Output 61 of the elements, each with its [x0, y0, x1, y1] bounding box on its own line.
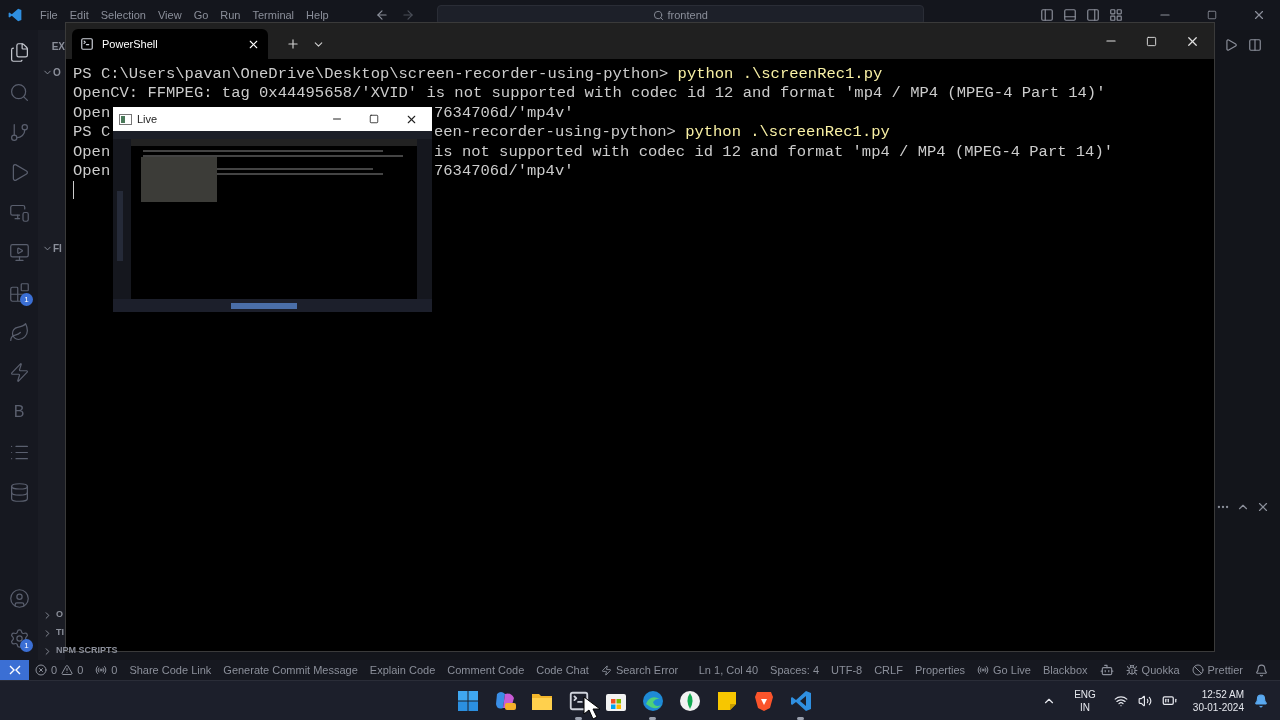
menu-item[interactable]: Run	[214, 6, 247, 24]
section-title[interactable]: TI	[53, 626, 64, 640]
menu-item[interactable]: File	[34, 6, 64, 24]
terminal-text: Open	[73, 103, 111, 122]
status-item[interactable]: Comment Code	[441, 660, 531, 680]
terminal-text: 7634706d/'mp4v'	[434, 162, 574, 182]
go-live-label: Go Live	[993, 662, 1031, 678]
terminal-command: python .\screenRec1.py	[677, 65, 883, 85]
status-item[interactable]: Blackbox	[1036, 660, 1094, 680]
section-title[interactable]: O	[53, 64, 61, 80]
status-item[interactable]: Properties	[908, 660, 972, 680]
warning-count: 0	[77, 662, 84, 678]
ports-count: 0	[111, 662, 118, 678]
quokka-button[interactable]: Quokka	[1119, 660, 1186, 680]
ports-button[interactable]: 0	[89, 660, 124, 680]
section-title[interactable]: EX	[51, 38, 65, 54]
window-title: Live	[137, 111, 158, 127]
clock-date[interactable]: 30-01-2024	[1192, 700, 1244, 714]
region-label[interactable]: IN	[1080, 700, 1090, 714]
problems-button[interactable]: 0 0	[29, 660, 90, 680]
terminal-text: Open	[73, 162, 111, 181]
terminal-text: PS C:\Users\pavan\OneDrive\Desktop\screen-recorder-using-python>	[73, 65, 670, 85]
menu-item[interactable]: Terminal	[246, 6, 301, 24]
command-center-label: frontend	[667, 7, 708, 23]
search-error-label: Search Error	[615, 662, 679, 678]
clock-time[interactable]: 12:52 AM	[1201, 687, 1244, 701]
terminal-tab[interactable]: PowerShell	[72, 29, 268, 59]
menu-item[interactable]: Selection	[94, 6, 152, 24]
menu-item[interactable]: Go	[187, 6, 215, 24]
terminal-text: Open	[73, 142, 111, 161]
terminal-text: een-recorder-using-python>	[434, 123, 677, 143]
terminal-text: OpenCV: FFMPEG: tag 0x44495658/'XVID' is not supported with codec id 12 and format 'mp4 / MP4 (MPEG-4 Part 14)'	[73, 84, 1106, 104]
menu-item[interactable]: View	[151, 6, 188, 24]
menu-item[interactable]: Help	[300, 6, 335, 24]
section-title[interactable]: FI	[53, 240, 62, 256]
status-item[interactable]: UTF-8	[825, 660, 869, 680]
terminal-command: python .\screenRec1.py	[685, 123, 890, 143]
quokka-label: Quokka	[1141, 662, 1180, 678]
menu-item[interactable]: Edit	[63, 6, 95, 24]
command-center[interactable]: frontend	[436, 5, 924, 25]
badge: 1	[20, 639, 33, 652]
tab-label: PowerShell	[102, 36, 159, 52]
status-item[interactable]: Explain Code	[363, 660, 442, 680]
badge: 1	[20, 293, 33, 306]
terminal-text: is not supported with codec id 12 and format 'mp4 / MP4 (MPEG-4 Part 14)'	[434, 142, 1113, 163]
status-item[interactable]: Share Code Link	[123, 660, 218, 680]
go-live-button[interactable]: Go Live	[971, 660, 1037, 680]
language-label[interactable]: ENG	[1074, 687, 1096, 701]
status-item[interactable]: Ln 1, Col 40	[692, 660, 765, 680]
status-item[interactable]: CRLF	[868, 660, 909, 680]
search-error-button[interactable]: Search Error	[594, 660, 685, 680]
section-title[interactable]: O	[53, 608, 63, 622]
terminal-text: PS C	[73, 123, 111, 142]
prettier-label: Prettier	[1207, 662, 1243, 678]
status-item[interactable]: Spaces: 4	[764, 660, 825, 680]
section-title[interactable]: NPM SCRIPTS	[53, 644, 118, 658]
terminal-text: 7634706d/'mp4v'	[434, 103, 574, 124]
status-item[interactable]: Generate Commit Message	[217, 660, 364, 680]
prettier-button[interactable]: Prettier	[1185, 660, 1249, 680]
status-item[interactable]: Code Chat	[530, 660, 595, 680]
error-count: 0	[51, 662, 58, 678]
